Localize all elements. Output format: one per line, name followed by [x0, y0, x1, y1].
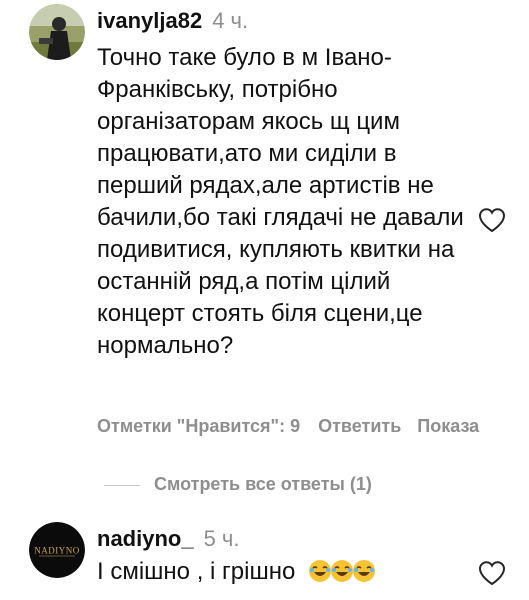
comment-text: Точно таке було в м Івано-Франківську, п… [97, 44, 464, 359]
avatar[interactable] [29, 4, 85, 60]
laughing-emoji-icon [331, 560, 353, 582]
view-replies-label: Смотреть все ответы (1) [154, 474, 372, 494]
divider-line [104, 484, 140, 486]
svg-text:NADIYNO: NADIYNO [34, 546, 80, 556]
comment-text-body: І смішно , і грішно [97, 558, 296, 585]
comment-actions: Отметки "Нравится": 9 Ответить Показа [97, 416, 479, 437]
laughing-emoji-icon [309, 560, 331, 582]
comment-item: ivanylja82 4 ч. Точно таке було в м Івано… [0, 0, 529, 445]
avatar[interactable]: NADIYNO [29, 522, 85, 578]
likes-count-button[interactable]: Отметки "Нравится": 9 [97, 416, 300, 437]
laughing-emoji-group [308, 559, 375, 592]
view-replies-button[interactable]: Смотреть все ответы (1) [104, 474, 372, 495]
laughing-emoji-icon [353, 560, 375, 582]
username[interactable]: ivanylja82 [97, 8, 202, 33]
comments-page: ivanylja82 4 ч. Точно таке було в м Івано… [0, 0, 529, 600]
heart-outline-icon[interactable] [478, 560, 506, 586]
comment-time[interactable]: 4 ч. [212, 8, 248, 33]
comment-time[interactable]: 5 ч. [204, 526, 240, 551]
heart-outline-icon[interactable] [478, 207, 506, 233]
username[interactable]: nadiyno_ [97, 526, 194, 551]
show-translation-button[interactable]: Показа [417, 416, 479, 437]
comment-header: ivanylja82 4 ч. [97, 8, 248, 34]
comment-header: nadiyno_ 5 ч. [97, 526, 240, 552]
comment-text: І смішно , і грішно [97, 556, 477, 592]
reply-button[interactable]: Ответить [318, 416, 401, 437]
